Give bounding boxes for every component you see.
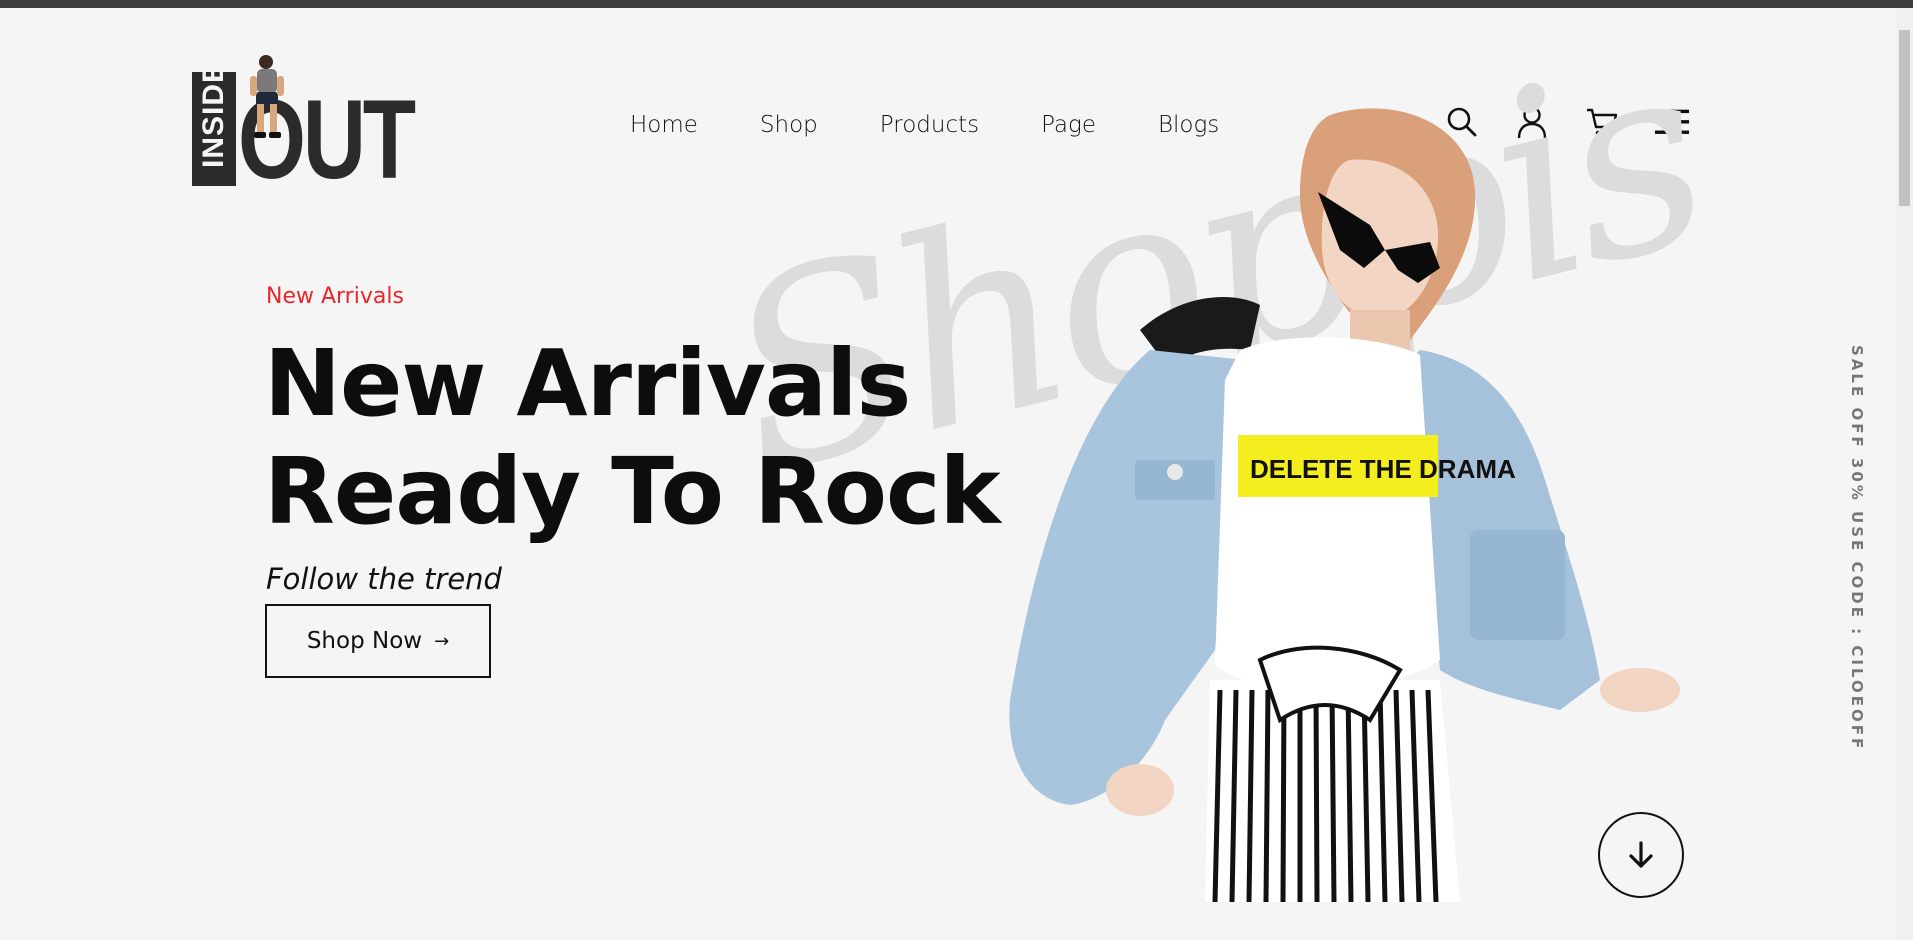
- shirt-print-text: DELETE THE DRAMA: [1250, 454, 1516, 484]
- scroll-down-button[interactable]: [1598, 812, 1684, 898]
- scrollbar-thumb[interactable]: [1899, 30, 1910, 206]
- logo-person-illustration: [250, 55, 284, 138]
- hero-headline-line2: Ready To Rock: [264, 438, 1001, 545]
- site-logo[interactable]: INSIDE OUT: [190, 54, 416, 196]
- side-promo-text: SALE OFF 30% USE CODE : CILOEOFF: [1848, 345, 1866, 752]
- arrow-down-icon: [1629, 841, 1653, 868]
- hero-eyebrow: New Arrivals: [266, 284, 404, 309]
- nav-shop[interactable]: Shop: [760, 112, 818, 138]
- nav-products[interactable]: Products: [880, 112, 979, 138]
- page-scrollbar[interactable]: [1896, 8, 1913, 940]
- hero-model-image: DELETE THE DRAMA: [1009, 108, 1680, 902]
- browser-top-bar: [0, 0, 1913, 8]
- nav-home[interactable]: Home: [630, 112, 698, 138]
- shop-now-label: Shop Now: [306, 628, 423, 654]
- hero-headline: New Arrivals Ready To Rock: [264, 330, 1001, 546]
- shop-now-button[interactable]: Shop Now →: [265, 604, 491, 678]
- arrow-right-icon: →: [434, 630, 450, 652]
- hero-headline-line1: New Arrivals: [264, 330, 911, 437]
- hero-tagline: Follow the trend: [266, 562, 502, 596]
- striped-pants: [1205, 645, 1460, 902]
- logo-inside-text: INSIDE: [197, 61, 230, 169]
